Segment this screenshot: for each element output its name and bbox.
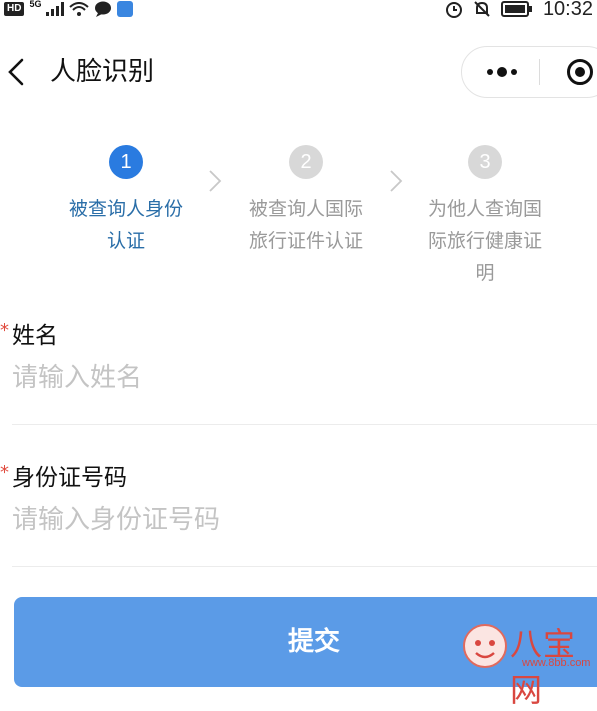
capsule-divider bbox=[539, 59, 540, 85]
chevron-right-icon bbox=[209, 170, 222, 192]
step-number: 2 bbox=[289, 145, 323, 179]
id-number-field: * 身份证号码 bbox=[0, 458, 597, 568]
step-label: 被查询人身份 认证 bbox=[56, 193, 196, 257]
id-number-input[interactable] bbox=[12, 500, 572, 540]
step-label-line: 认证 bbox=[106, 230, 145, 252]
signal-icon bbox=[46, 2, 65, 16]
network-type: 5G bbox=[29, 0, 42, 9]
more-icon[interactable] bbox=[482, 59, 522, 85]
mute-icon bbox=[474, 1, 490, 17]
step-label-line: 被查询人身份 bbox=[68, 198, 183, 220]
miniprogram-capsule bbox=[461, 46, 597, 98]
watermark: 八宝网 www.8bb.com bbox=[462, 617, 597, 709]
step-label: 为他人查询国 际旅行健康证 明 bbox=[415, 193, 555, 289]
status-bar: HD 5G 10:32 bbox=[0, 0, 597, 22]
step-indicator: 1 被查询人身份 认证 2 被查询人国际 旅行证件认证 3 为他人查询国 际旅行… bbox=[0, 145, 597, 305]
step-label-line: 被查询人国际 bbox=[248, 198, 363, 220]
step-number: 1 bbox=[109, 145, 143, 179]
divider bbox=[12, 424, 597, 425]
step-label-line: 明 bbox=[475, 262, 495, 284]
page-title: 人脸识别 bbox=[50, 57, 155, 87]
alarm-icon bbox=[445, 2, 462, 18]
battery-icon bbox=[500, 1, 532, 17]
back-icon[interactable] bbox=[4, 54, 30, 90]
step-label-line: 旅行证件认证 bbox=[248, 230, 363, 252]
status-left: HD 5G bbox=[4, 0, 134, 18]
required-mark: * bbox=[0, 320, 9, 341]
close-miniprogram-icon[interactable] bbox=[566, 58, 594, 86]
id-number-label: 身份证号码 bbox=[12, 465, 127, 491]
wifi-icon bbox=[69, 2, 90, 16]
step-2: 2 被查询人国际 旅行证件认证 bbox=[236, 145, 376, 257]
chevron-right-icon bbox=[390, 170, 403, 192]
status-right: 10:32 bbox=[445, 0, 593, 20]
name-input[interactable] bbox=[12, 358, 572, 398]
hd-badge: HD bbox=[4, 2, 25, 16]
watermark-url: www.8bb.com bbox=[522, 657, 591, 669]
message-icon bbox=[95, 1, 112, 17]
app-notification-icon bbox=[117, 1, 134, 17]
watermark-logo-icon bbox=[463, 624, 507, 668]
step-label-line: 为他人查询国 bbox=[427, 198, 542, 220]
step-label-line: 际旅行健康证 bbox=[427, 230, 542, 252]
divider bbox=[12, 566, 597, 567]
step-1: 1 被查询人身份 认证 bbox=[56, 145, 196, 257]
name-label: 姓名 bbox=[12, 323, 58, 349]
clock: 10:32 bbox=[542, 0, 593, 20]
header: 人脸识别 bbox=[0, 40, 597, 106]
step-number: 3 bbox=[468, 145, 502, 179]
required-mark: * bbox=[0, 462, 9, 483]
step-3: 3 为他人查询国 际旅行健康证 明 bbox=[415, 145, 555, 289]
name-field: * 姓名 bbox=[0, 316, 597, 426]
step-label: 被查询人国际 旅行证件认证 bbox=[236, 193, 376, 257]
